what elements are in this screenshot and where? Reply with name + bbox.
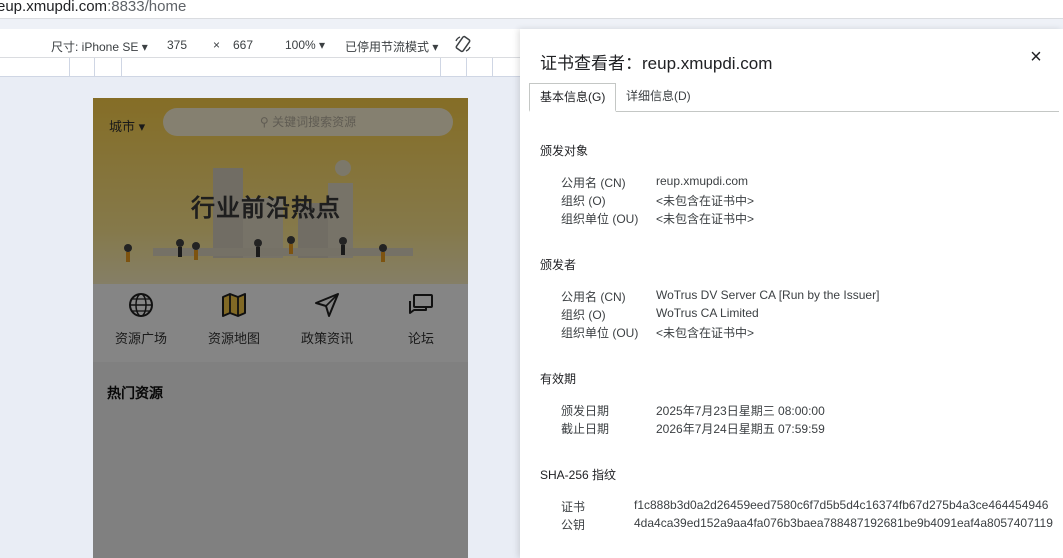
tab-details[interactable]: 详细信息(D) [616, 83, 701, 109]
zoom-select[interactable]: 100% ▾ [285, 38, 325, 52]
field-value: 2025年7月23日星期三 08:00:00 [656, 404, 825, 418]
field-value: WoTrus DV Server CA [Run by the Issuer] [656, 288, 880, 302]
field-row: 组织 (O) WoTrus CA Limited [561, 306, 759, 323]
field-label: 证书 [561, 500, 586, 514]
field-label: 组织单位 (OU) [561, 212, 639, 226]
field-row: 截止日期 2026年7月24日星期五 07:59:59 [561, 420, 825, 437]
field-row: 证书 f1c888b3d0a2d26459eed7580c6f7d5b5d4c16… [561, 498, 1048, 515]
url-rest: :8833/home [107, 0, 187, 15]
field-value: f1c888b3d0a2d26459eed7580c6f7d5b5d4c1637… [634, 498, 1049, 512]
rotate-icon[interactable] [454, 35, 472, 53]
url-text[interactable]: eup.xmupdi.com:8833/home [0, 0, 186, 15]
field-label: 组织单位 (OU) [561, 326, 639, 340]
field-label: 公钥 [561, 518, 586, 532]
throttle-select[interactable]: 已停用节流模式 ▾ [345, 38, 438, 55]
section-issuer: 颁发者 [540, 258, 577, 272]
width-input[interactable]: 375 [167, 38, 187, 52]
section-fingerprints: SHA-256 指纹 [540, 468, 617, 482]
section-validity: 有效期 [540, 372, 577, 386]
field-row: 组织单位 (OU) <未包含在证书中> [561, 210, 754, 227]
field-value: WoTrus CA Limited [656, 306, 759, 320]
media-query-ruler [0, 58, 520, 77]
field-row: 公钥 4da4ca39ed152a9aa4fa076b3baea788487192… [561, 516, 1053, 533]
address-bar[interactable]: eup.xmupdi.com:8833/home [0, 0, 1063, 19]
field-row: 公用名 (CN) WoTrus DV Server CA [Run by the … [561, 288, 879, 305]
device-toolbar: 尺寸: iPhone SE ▾ 375 × 667 100% ▾ 已停用节流模式… [0, 29, 520, 58]
field-value: 4da4ca39ed152a9aa4fa076b3baea78848719268… [634, 516, 1053, 530]
field-row: 颁发日期 2025年7月23日星期三 08:00:00 [561, 402, 825, 419]
field-label: 组织 (O) [561, 194, 606, 208]
device-select[interactable]: 尺寸: iPhone SE ▾ [51, 38, 148, 55]
field-label: 公用名 (CN) [561, 176, 626, 190]
field-value: <未包含在证书中> [656, 212, 755, 226]
field-label: 颁发日期 [561, 404, 610, 418]
certificate-viewer: 证书查看者：reup.xmupdi.com × 基本信息(G) 详细信息(D) … [520, 29, 1063, 558]
dimension-separator: × [213, 38, 221, 52]
field-label: 组织 (O) [561, 308, 606, 322]
tab-general[interactable]: 基本信息(G) [529, 83, 617, 112]
field-label: 截止日期 [561, 422, 610, 436]
field-row: 组织单位 (OU) <未包含在证书中> [561, 324, 754, 341]
field-label: 公用名 (CN) [561, 290, 626, 304]
tab-bar: 基本信息(G) 详细信息(D) [529, 83, 1059, 112]
dialog-title: 证书查看者：reup.xmupdi.com [540, 54, 773, 73]
field-value: 2026年7月24日星期五 07:59:59 [656, 422, 825, 436]
field-value: <未包含在证书中> [656, 326, 755, 340]
section-subject: 颁发对象 [540, 144, 589, 158]
height-input[interactable]: 667 [233, 38, 253, 52]
field-row: 公用名 (CN) reup.xmupdi.com [561, 174, 748, 191]
close-icon[interactable]: × [1026, 47, 1046, 67]
modal-backdrop[interactable] [93, 98, 468, 558]
field-value: reup.xmupdi.com [656, 174, 749, 188]
field-value: <未包含在证书中> [656, 194, 755, 208]
field-row: 组织 (O) <未包含在证书中> [561, 192, 754, 209]
url-host: eup.xmupdi.com [0, 0, 108, 15]
